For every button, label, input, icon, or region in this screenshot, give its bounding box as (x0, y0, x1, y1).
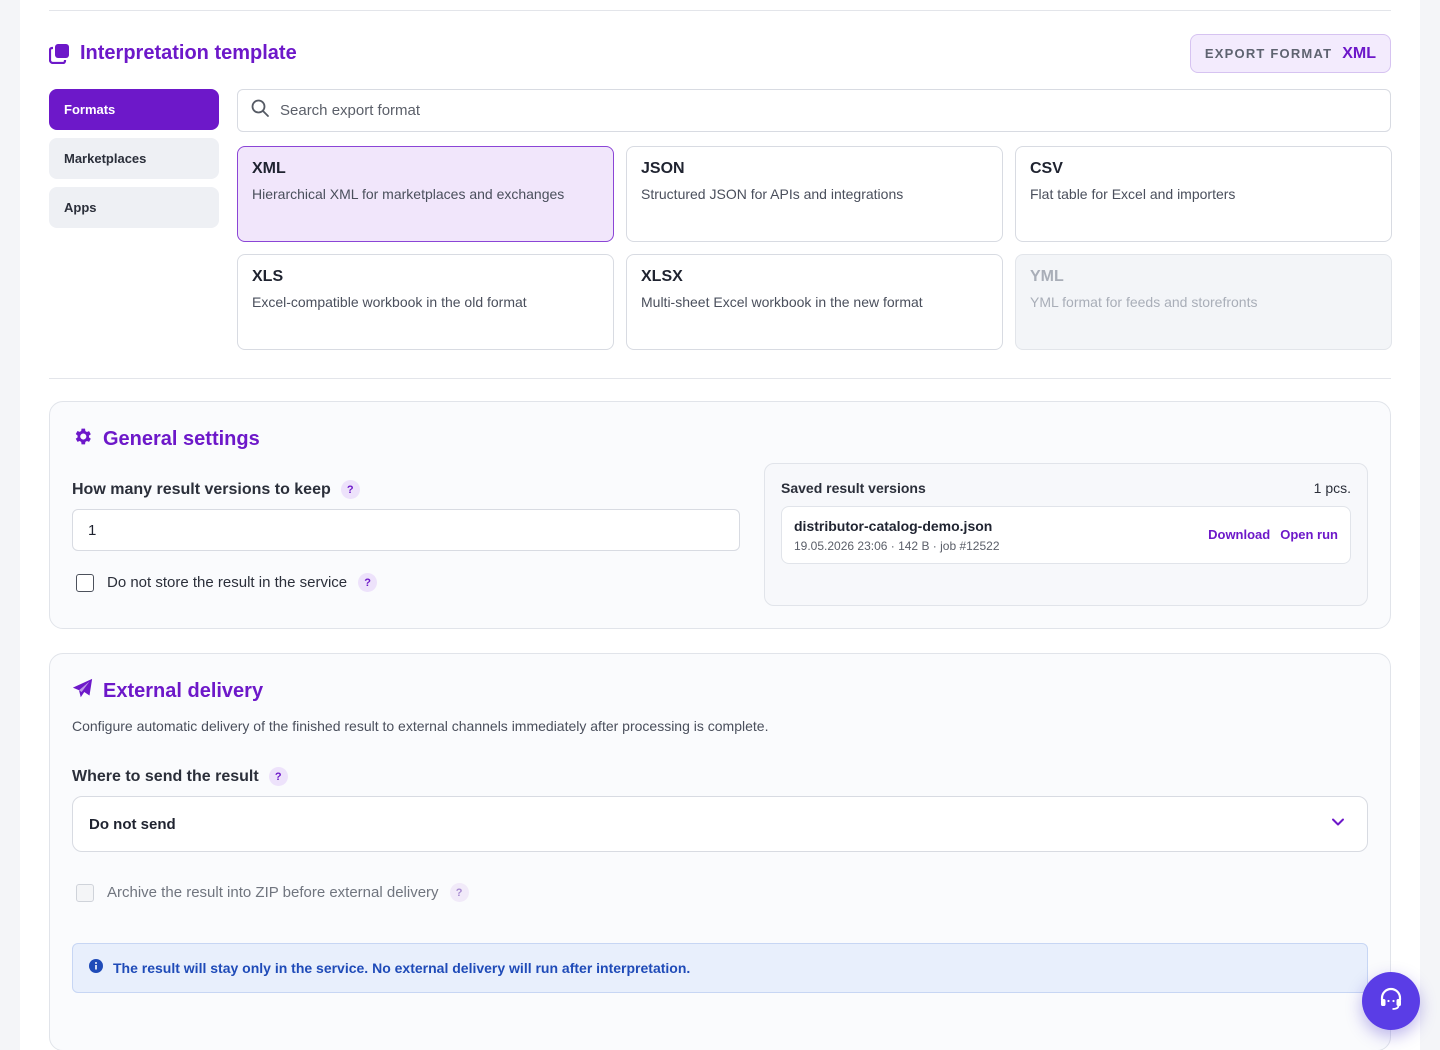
format-description: Hierarchical XML for marketplaces and ex… (252, 186, 565, 202)
export-format-value: XML (1342, 44, 1376, 62)
zip-checkbox[interactable] (76, 883, 94, 902)
format-description: Multi-sheet Excel workbook in the new fo… (641, 294, 923, 310)
format-description: YML format for feeds and storefronts (1030, 294, 1258, 310)
format-name: XLSX (641, 268, 683, 285)
category-tabs: Formats Marketplaces Apps (49, 89, 219, 236)
template-title: Interpretation template (80, 42, 297, 64)
format-name: JSON (641, 160, 685, 177)
saved-versions-title: Saved result versions (781, 480, 926, 496)
no-store-label: Do not store the result in the service (107, 574, 348, 591)
tab-formats[interactable]: Formats (49, 89, 219, 130)
template-header: Interpretation template (48, 42, 297, 65)
open-run-link[interactable]: Open run (1280, 527, 1338, 542)
external-delivery-title: External delivery (103, 679, 264, 702)
general-settings-header: General settings (72, 426, 260, 452)
where-label: Where to send the result (72, 767, 259, 785)
saved-versions-box: Saved result versions 1 pcs. distributor… (764, 463, 1368, 606)
version-item: distributor-catalog-demo.json 19.05.2026… (781, 506, 1351, 564)
chevron-down-icon (1331, 815, 1345, 834)
version-filename: distributor-catalog-demo.json (794, 518, 993, 534)
help-icon[interactable]: ? (268, 767, 288, 786)
saved-versions-count: 1 pcs. (1313, 480, 1351, 496)
delivery-description: Configure automatic delivery of the fini… (72, 718, 769, 734)
help-icon[interactable]: ? (340, 480, 360, 499)
versions-label-row: How many result versions to keep ? (72, 480, 360, 499)
external-delivery-panel: External delivery Configure automatic de… (49, 653, 1391, 1050)
search-box (237, 89, 1391, 132)
format-description: Excel-compatible workbook in the old for… (252, 294, 527, 310)
format-name: CSV (1030, 160, 1063, 177)
version-actions: Download Open run (1208, 527, 1338, 542)
where-label-row: Where to send the result ? (72, 767, 288, 786)
help-icon[interactable]: ? (358, 573, 378, 592)
no-store-row: Do not store the result in the service ? (76, 573, 378, 592)
format-card-yml: YML YML format for feeds and storefronts (1015, 254, 1392, 350)
destination-select-value: Do not send (89, 815, 176, 833)
info-banner: The result will stay only in the service… (72, 943, 1368, 993)
format-name: YML (1030, 268, 1064, 285)
format-grid: XML Hierarchical XML for marketplaces an… (237, 146, 1392, 350)
general-settings-panel: General settings How many result version… (49, 401, 1391, 629)
external-delivery-header: External delivery (72, 678, 263, 704)
export-format-badge: EXPORT FORMAT XML (1189, 34, 1391, 73)
zip-label: Archive the result into ZIP before exter… (107, 884, 439, 901)
format-card-xls[interactable]: XLS Excel-compatible workbook in the old… (237, 254, 614, 350)
section-divider (49, 378, 1391, 379)
headset-icon (1378, 986, 1404, 1017)
zip-row: Archive the result into ZIP before exter… (76, 883, 469, 902)
format-description: Flat table for Excel and importers (1030, 186, 1236, 202)
support-button[interactable] (1362, 972, 1420, 1030)
format-card-xlsx[interactable]: XLSX Multi-sheet Excel workbook in the n… (626, 254, 1003, 350)
gear-icon (72, 426, 93, 452)
versions-input[interactable] (72, 509, 740, 551)
format-card-csv[interactable]: CSV Flat table for Excel and importers (1015, 146, 1392, 242)
top-divider (49, 10, 1391, 11)
info-text: The result will stay only in the service… (113, 960, 691, 976)
search-icon (250, 98, 270, 123)
no-store-checkbox[interactable] (76, 573, 94, 592)
versions-label: How many result versions to keep (72, 480, 331, 498)
format-description: Structured JSON for APIs and integration… (641, 186, 904, 202)
format-card-xml[interactable]: XML Hierarchical XML for marketplaces an… (237, 146, 614, 242)
tab-marketplaces[interactable]: Marketplaces (49, 138, 219, 179)
destination-select[interactable]: Do not send (72, 796, 1368, 852)
page: Interpretation template EXPORT FORMAT XM… (20, 0, 1420, 1050)
general-settings-title: General settings (103, 427, 260, 450)
format-card-json[interactable]: JSON Structured JSON for APIs and integr… (626, 146, 1003, 242)
format-name: XML (252, 160, 286, 177)
search-input[interactable] (280, 102, 1360, 119)
export-format-label: EXPORT FORMAT (1204, 46, 1333, 61)
format-name: XLS (252, 268, 284, 285)
tab-apps[interactable]: Apps (49, 187, 219, 228)
info-icon (89, 958, 103, 978)
version-meta: 19.05.2026 23:06 · 142 B · job #12522 (794, 539, 1000, 553)
copy-icon (48, 43, 70, 65)
paper-plane-icon (72, 678, 93, 704)
help-icon[interactable]: ? (449, 883, 469, 902)
download-link[interactable]: Download (1208, 527, 1270, 542)
